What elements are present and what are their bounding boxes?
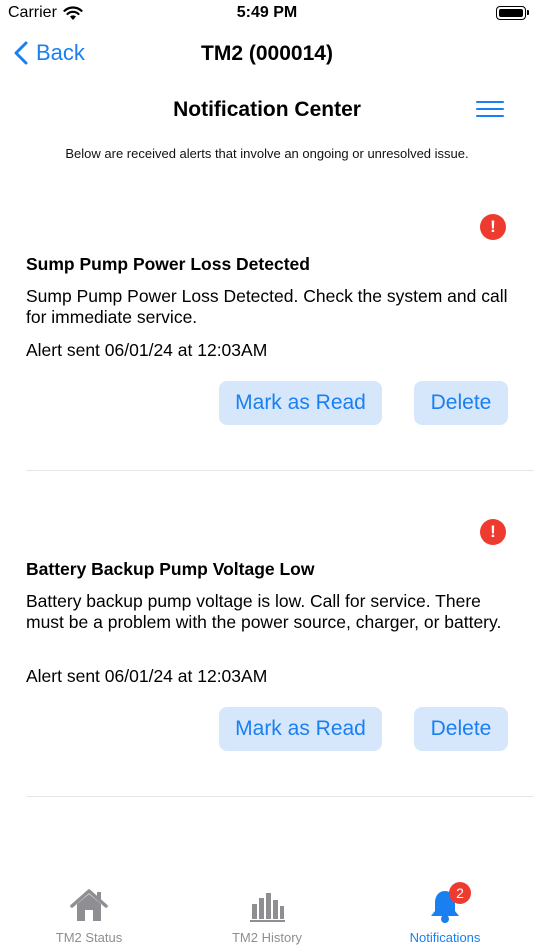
- tab-label: Notifications: [409, 930, 481, 945]
- notification-timestamp: Alert sent 06/01/24 at 12:03AM: [26, 340, 268, 360]
- divider: [26, 470, 534, 471]
- mark-as-read-button[interactable]: Mark as Read: [219, 381, 382, 425]
- notification-timestamp: Alert sent 06/01/24 at 12:03AM: [26, 666, 268, 686]
- page-subtitle: Below are received alerts that involve a…: [65, 146, 469, 161]
- menu-line: [476, 115, 504, 117]
- notification-title: Sump Pump Power Loss Detected: [26, 254, 310, 274]
- delete-button[interactable]: Delete: [414, 707, 508, 751]
- status-time: 5:49 PM: [236, 4, 298, 21]
- alert-icon: !: [480, 519, 506, 545]
- notification-card: ! Battery Backup Pump Voltage Low Batter…: [26, 515, 508, 755]
- back-button[interactable]: Back: [14, 40, 85, 66]
- bar-chart-icon: [247, 888, 287, 924]
- delete-button[interactable]: Delete: [414, 381, 508, 425]
- status-bar: Carrier 5:49 PM: [0, 0, 534, 28]
- battery-icon: [496, 6, 529, 20]
- navigation-bar: Back TM2 (000014): [0, 30, 534, 80]
- house-icon: [69, 888, 109, 924]
- notification-card: ! Sump Pump Power Loss Detected Sump Pum…: [26, 210, 508, 430]
- tab-tm2-status[interactable]: TM2 Status: [0, 888, 178, 950]
- alert-icon: !: [480, 214, 506, 240]
- page-title: Notification Center: [173, 98, 361, 121]
- notification-title: Battery Backup Pump Voltage Low: [26, 559, 315, 579]
- hamburger-menu-button[interactable]: [476, 101, 504, 123]
- tab-bar: TM2 Status TM2 History 2 Notifications: [0, 880, 534, 950]
- chevron-left-icon: [14, 41, 28, 65]
- back-label: Back: [36, 40, 85, 65]
- notification-center-header: Notification Center: [0, 96, 534, 130]
- notification-badge: 2: [449, 882, 471, 904]
- menu-line: [476, 108, 504, 110]
- tab-label: TM2 History: [231, 930, 303, 945]
- tab-tm2-history[interactable]: TM2 History: [178, 888, 356, 950]
- mark-as-read-button[interactable]: Mark as Read: [219, 707, 382, 751]
- tab-label: TM2 Status: [55, 930, 123, 945]
- notification-body: Sump Pump Power Loss Detected. Check the…: [26, 286, 508, 327]
- tab-notifications[interactable]: 2 Notifications: [356, 882, 534, 950]
- menu-line: [476, 101, 504, 103]
- divider: [26, 796, 534, 797]
- bell-icon: 2: [425, 882, 471, 924]
- notification-body: Battery backup pump voltage is low. Call…: [26, 591, 502, 632]
